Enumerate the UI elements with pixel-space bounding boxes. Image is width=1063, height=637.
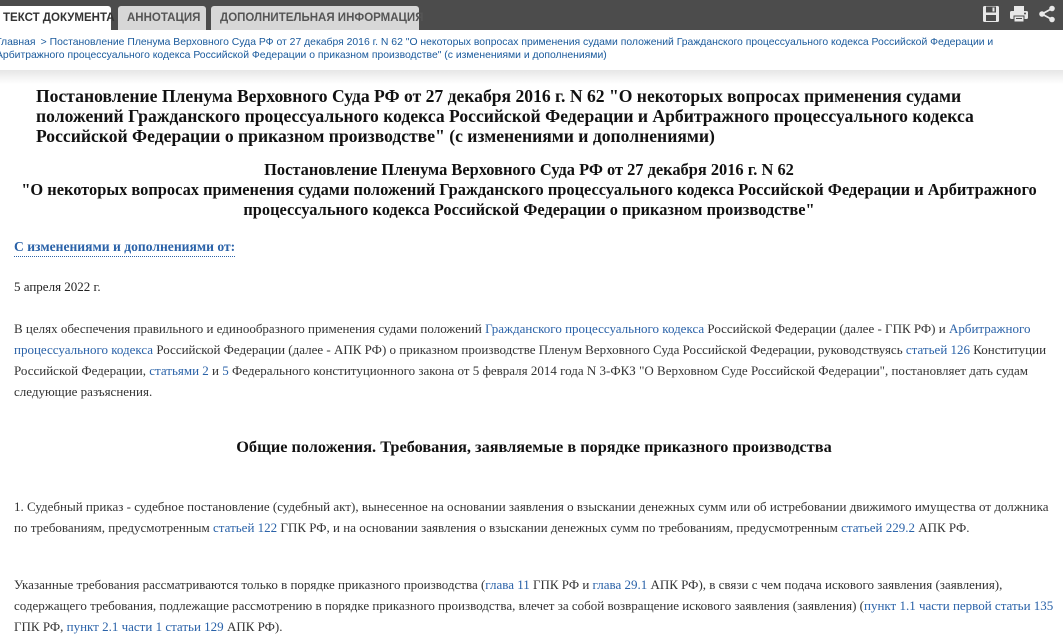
subtitle-line2: "О некоторых вопросах применения судами … xyxy=(21,180,1037,219)
civil-procedure-code-link[interactable]: Гражданского процессуального кодекса xyxy=(485,321,704,336)
articles-2-link[interactable]: статьями 2 xyxy=(149,363,209,378)
chapter-11-link[interactable]: глава 11 xyxy=(485,577,529,592)
share-icon[interactable] xyxy=(1037,4,1057,24)
article-229-2-link[interactable]: статьей 229.2 xyxy=(841,520,915,535)
document-title: Постановление Пленума Верховного Суда РФ… xyxy=(36,86,974,146)
tab-annotation[interactable]: АННОТАЦИЯ xyxy=(118,6,206,30)
item-1-paragraph: 1. Судебный приказ - судебное постановле… xyxy=(14,496,1054,538)
article-122-link[interactable]: статьей 122 xyxy=(213,520,277,535)
tab-document-text[interactable]: ТЕКСТ ДОКУМЕНТА xyxy=(0,6,115,30)
header-shadow xyxy=(0,70,1063,84)
item1-text-3: АПК РФ. xyxy=(914,520,970,535)
tab-bar: ТЕКСТ ДОКУМЕНТА АННОТАЦИЯ ДОПОЛНИТЕЛЬНАЯ… xyxy=(0,0,1063,30)
section-heading: Общие положения. Требования, заявляемые … xyxy=(236,437,832,456)
intro-text-5: и xyxy=(208,363,223,378)
item-2-paragraph: Указанные требования рассматриваются тол… xyxy=(14,574,1054,637)
clause-1-1-article-135-link[interactable]: пункт 1.1 части первой статьи 135 xyxy=(864,598,1053,613)
intro-text-3: Российской Федерации (далее - АПК РФ) о … xyxy=(153,342,906,357)
intro-text-1: В целях обеспечения правильного и единоо… xyxy=(14,321,486,336)
breadcrumb-home-link[interactable]: Главная xyxy=(0,37,36,48)
breadcrumb: Главная >Постановление Пленума Верховного… xyxy=(0,36,1060,62)
article-126-link[interactable]: статьей 126 xyxy=(906,342,970,357)
item1-text-2: ГПК РФ, и на основании заявления о взыск… xyxy=(277,520,842,535)
toolbar xyxy=(981,4,1057,26)
subtitle-line1: Постановление Пленума Верховного Суда РФ… xyxy=(264,160,794,179)
printer-icon[interactable] xyxy=(1009,4,1029,24)
breadcrumb-separator: > xyxy=(40,37,47,48)
intro-paragraph: В целях обеспечения правильного и единоо… xyxy=(14,318,1054,402)
item2-text-4: ГПК РФ, xyxy=(14,619,67,634)
changes-date: 5 апреля 2022 г. xyxy=(14,279,101,294)
breadcrumb-current-link[interactable]: Постановление Пленума Верховного Суда РФ… xyxy=(0,37,993,61)
item2-text-2: ГПК РФ и xyxy=(529,577,593,592)
tab-additional-info[interactable]: ДОПОЛНИТЕЛЬНАЯ ИНФОРМАЦИЯ xyxy=(211,6,423,30)
changes-link[interactable]: С изменениями и дополнениями от: xyxy=(14,239,236,257)
item2-text-5: АПК РФ). xyxy=(223,619,283,634)
clause-2-1-article-129-link[interactable]: пункт 2.1 части 1 статьи 129 xyxy=(67,619,224,634)
document-subtitle: Постановление Пленума Верховного Суда РФ… xyxy=(14,160,1044,220)
item2-text-1: Указанные требования рассматриваются тол… xyxy=(14,577,486,592)
floppy-disk-icon[interactable] xyxy=(981,4,1001,24)
chapter-29-1-link[interactable]: глава 29.1 xyxy=(593,577,648,592)
intro-text-2: Российской Федерации (далее - ГПК РФ) и xyxy=(704,321,949,336)
